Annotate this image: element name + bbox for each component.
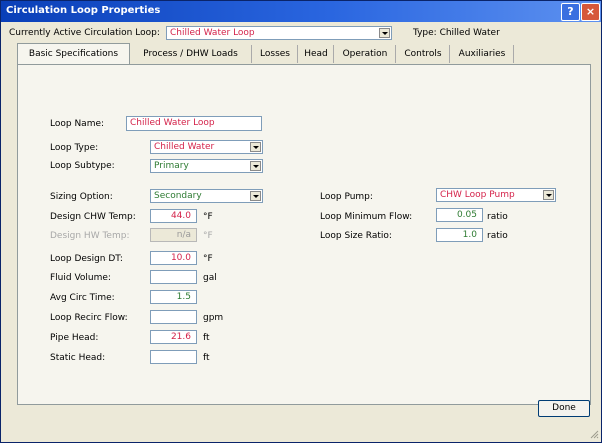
chevron-down-icon[interactable] <box>250 142 261 152</box>
tab-auxiliaries[interactable]: Auxiliaries <box>451 45 514 63</box>
resize-grip-icon[interactable] <box>589 429 599 439</box>
loop-pump-dropdown[interactable]: CHW Loop Pump <box>436 188 556 202</box>
loop-recirc-flow-label: Loop Recirc Flow: <box>50 313 128 323</box>
loop-minimum-flow-unit: ratio <box>487 212 508 222</box>
loop-size-ratio-label: Loop Size Ratio: <box>320 231 392 241</box>
loop-type-dropdown[interactable]: Chilled Water <box>150 140 263 154</box>
static-head-label: Static Head: <box>50 353 106 363</box>
chevron-down-icon[interactable] <box>379 28 390 38</box>
fluid-volume-unit: gal <box>203 273 217 283</box>
window-title: Circulation Loop Properties <box>6 5 161 16</box>
pipe-head-input[interactable]: 21.6 <box>150 330 197 344</box>
static-head-unit: ft <box>203 353 210 363</box>
loop-minimum-flow-label: Loop Minimum Flow: <box>320 212 413 222</box>
loop-size-ratio-unit: ratio <box>487 231 508 241</box>
pipe-head-label: Pipe Head: <box>50 333 99 343</box>
active-loop-value: Chilled Water Loop <box>170 28 255 38</box>
done-button[interactable]: Done <box>538 400 590 417</box>
loop-type-label: Loop Type: <box>50 143 99 153</box>
loop-recirc-flow-input[interactable] <box>150 310 197 324</box>
loop-design-dt-label: Loop Design DT: <box>50 254 123 264</box>
active-loop-label: Currently Active Circulation Loop: <box>9 28 160 38</box>
tab-process-dhw-loads[interactable]: Process / DHW Loads <box>130 45 252 63</box>
loop-subtype-label: Loop Subtype: <box>50 161 115 171</box>
active-loop-dropdown[interactable]: Chilled Water Loop <box>166 26 392 40</box>
tab-head[interactable]: Head <box>299 45 334 63</box>
loop-subtype-dropdown[interactable]: Primary <box>150 159 263 173</box>
tab-losses[interactable]: Losses <box>253 45 298 63</box>
loop-name-input[interactable]: Chilled Water Loop <box>126 116 262 131</box>
chevron-down-icon[interactable] <box>250 191 261 201</box>
title-bar[interactable]: Circulation Loop Properties ? × <box>1 1 601 22</box>
tab-controls[interactable]: Controls <box>397 45 450 63</box>
help-button[interactable]: ? <box>561 3 580 21</box>
chevron-down-icon[interactable] <box>250 161 261 171</box>
loop-type-value: Chilled Water <box>154 142 215 152</box>
loop-type-display: Type: Chilled Water <box>413 28 500 38</box>
close-button[interactable]: × <box>581 3 600 21</box>
sizing-option-value: Secondary <box>154 191 202 201</box>
pipe-head-unit: ft <box>203 333 210 343</box>
design-chw-temp-label: Design CHW Temp: <box>50 212 136 222</box>
design-hw-temp-input: n/a <box>150 228 197 242</box>
tab-operation[interactable]: Operation <box>335 45 396 63</box>
sizing-option-label: Sizing Option: <box>50 192 113 202</box>
design-chw-temp-unit: °F <box>203 212 213 222</box>
loop-design-dt-input[interactable]: 10.0 <box>150 251 197 265</box>
loop-pump-label: Loop Pump: <box>320 192 373 202</box>
fluid-volume-label: Fluid Volume: <box>50 273 111 283</box>
avg-circ-time-label: Avg Circ Time: <box>50 293 115 303</box>
loop-design-dt-unit: °F <box>203 254 213 264</box>
loop-size-ratio-input[interactable]: 1.0 <box>436 228 483 242</box>
tab-basic-specifications[interactable]: Basic Specifications <box>17 43 130 65</box>
loop-pump-value: CHW Loop Pump <box>440 190 515 200</box>
avg-circ-time-input[interactable]: 1.5 <box>150 290 197 304</box>
chevron-down-icon[interactable] <box>543 190 554 200</box>
loop-recirc-flow-unit: gpm <box>203 313 224 323</box>
sizing-option-dropdown[interactable]: Secondary <box>150 189 263 203</box>
loop-minimum-flow-input[interactable]: 0.05 <box>436 208 483 222</box>
loop-subtype-value: Primary <box>154 161 189 171</box>
circulation-loop-dialog: Circulation Loop Properties ? × Currentl… <box>0 0 602 443</box>
static-head-input[interactable] <box>150 350 197 364</box>
loop-name-label: Loop Name: <box>50 119 105 129</box>
fluid-volume-input[interactable] <box>150 270 197 284</box>
design-hw-temp-unit: °F <box>203 231 213 241</box>
design-chw-temp-input[interactable]: 44.0 <box>150 209 197 223</box>
design-hw-temp-label: Design HW Temp: <box>50 231 130 241</box>
